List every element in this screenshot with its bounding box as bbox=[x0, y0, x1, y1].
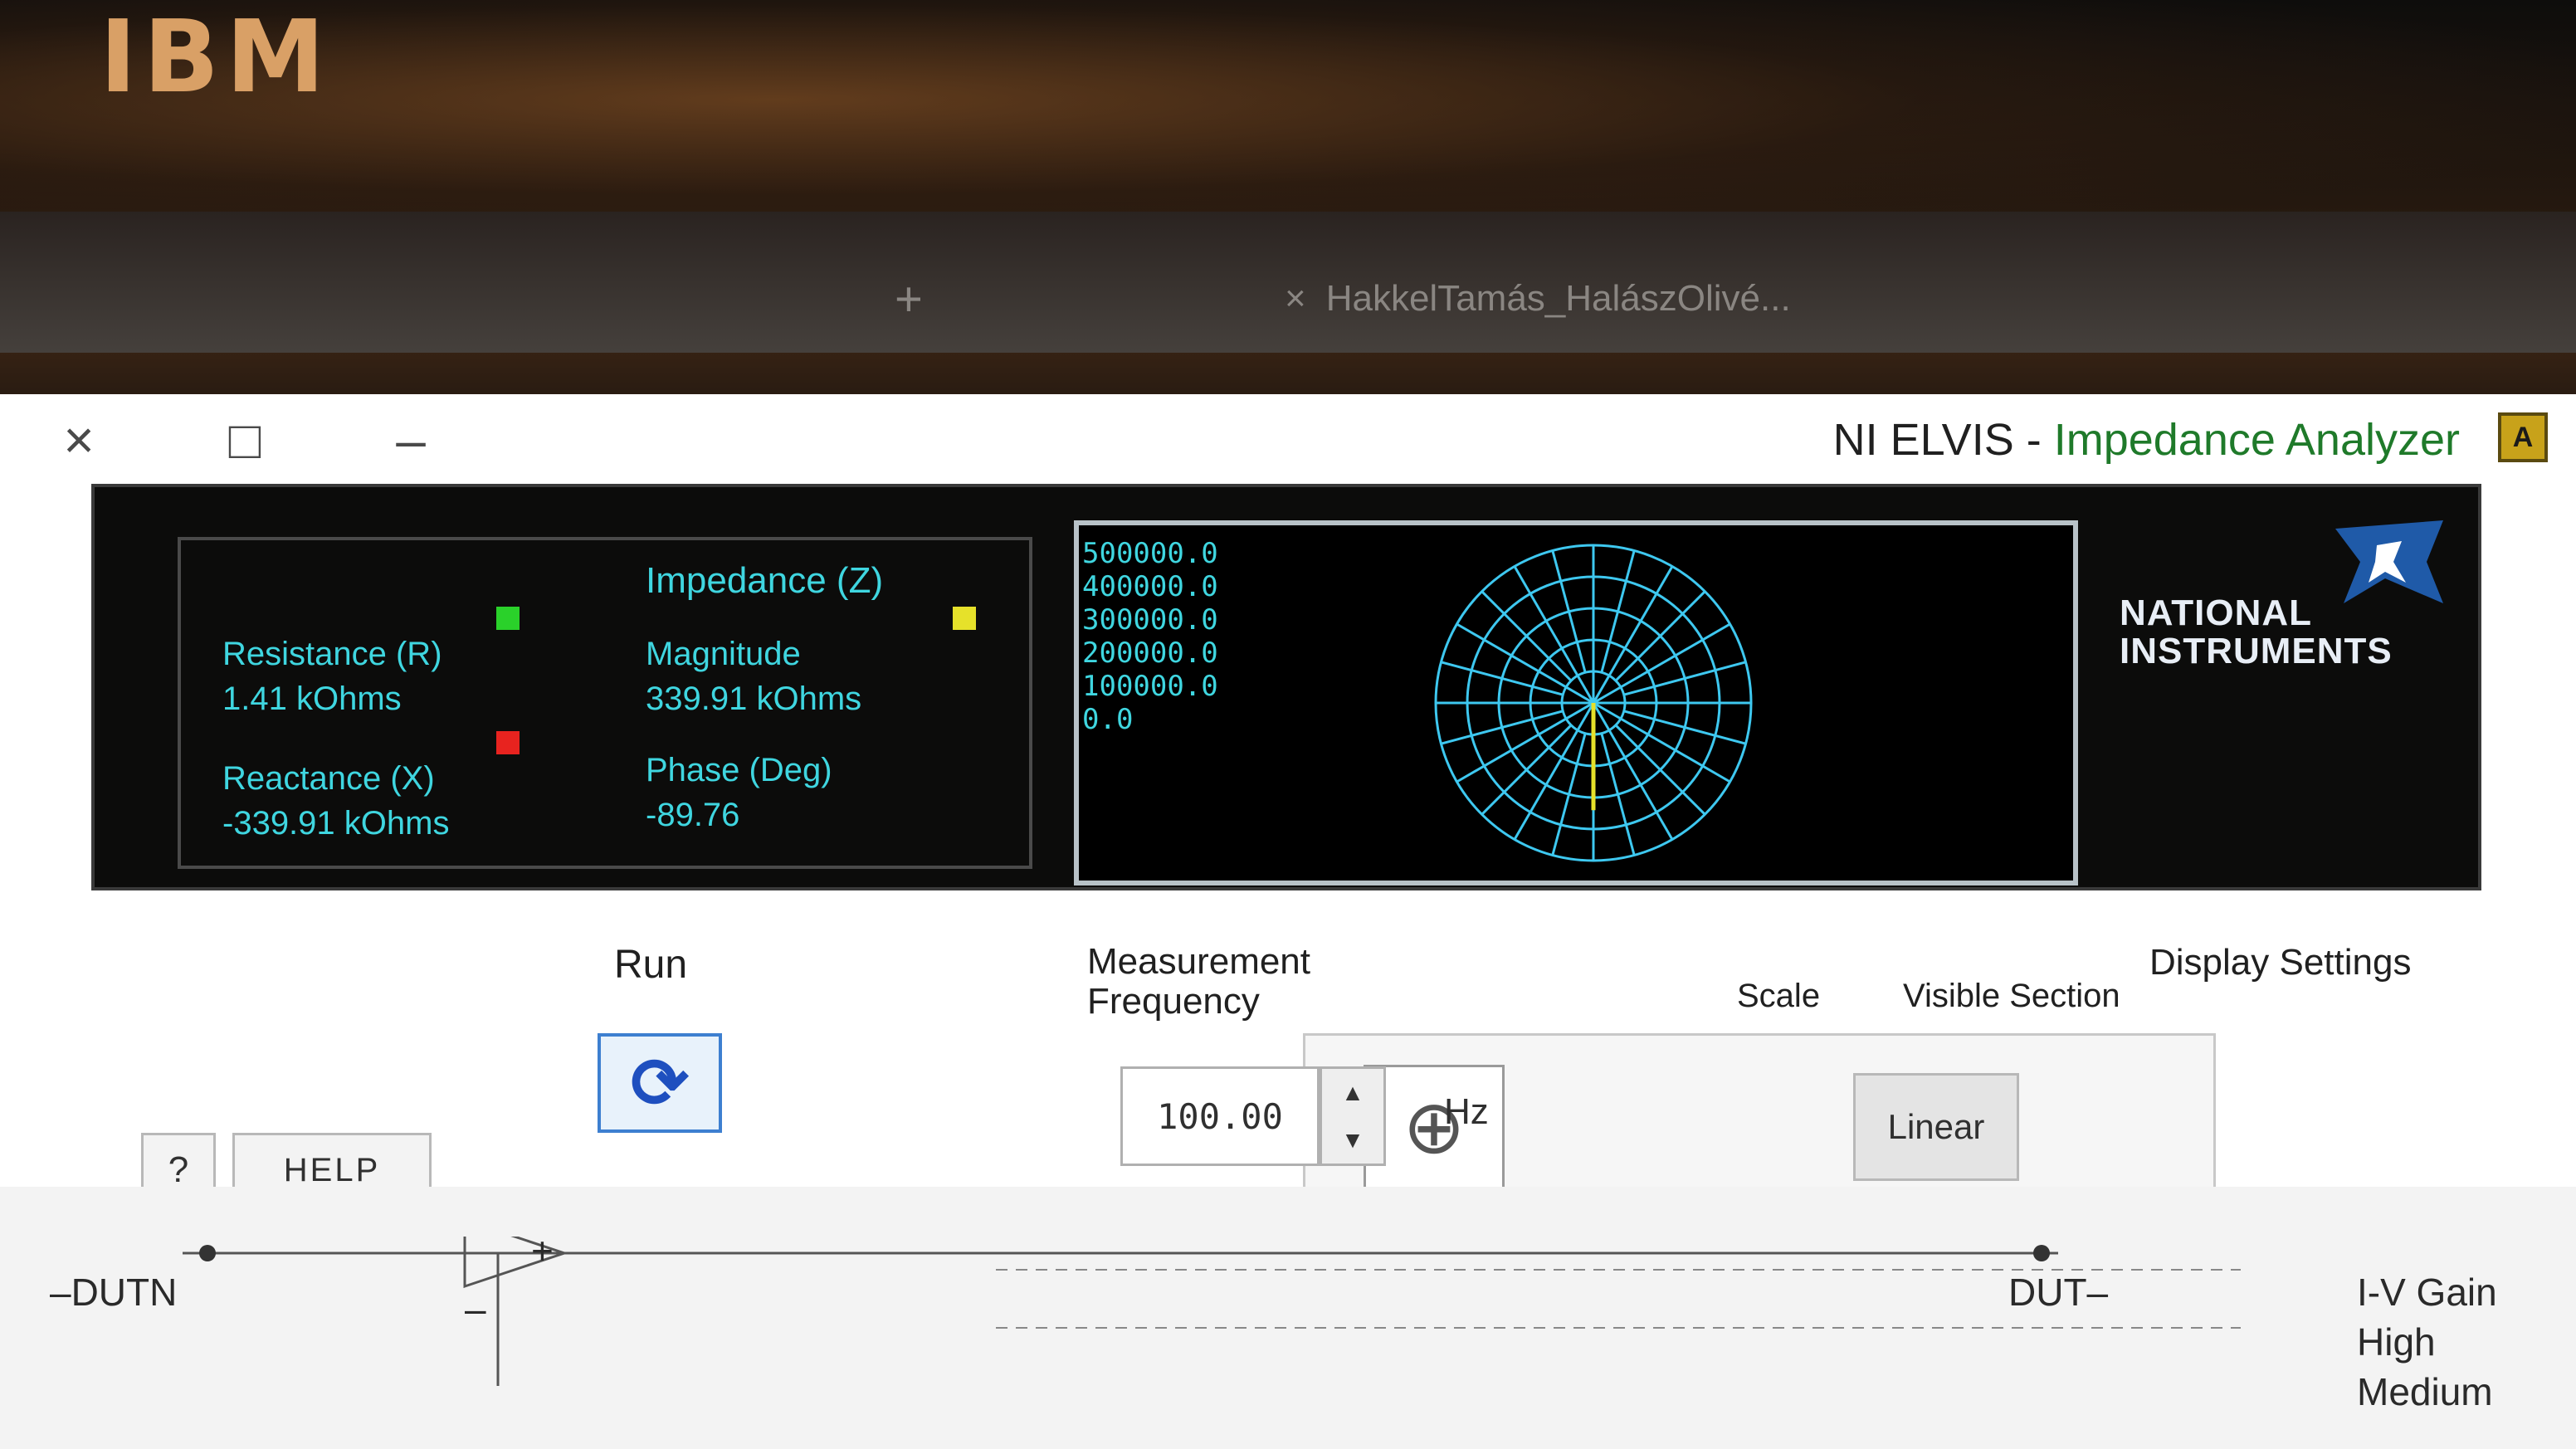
opamp-plus: + bbox=[531, 1229, 554, 1272]
polar-scale-label: 400000.0 bbox=[1082, 570, 1218, 603]
polar-scale-label: 500000.0 bbox=[1082, 537, 1218, 570]
polar-scale-label: 0.0 bbox=[1082, 703, 1134, 736]
settings-panel: Display Settings Visible Section Scale ⊕… bbox=[91, 909, 2481, 1251]
scale-label: Scale bbox=[1737, 978, 1821, 1014]
run-loop-icon: ⟳ bbox=[630, 1044, 690, 1122]
brand-line-2: INSTRUMENTS bbox=[2120, 631, 2393, 671]
display-settings-heading: Display Settings bbox=[2149, 942, 2412, 983]
instrument-panel: Impedance (Z) Magnitude 339.91 kOhms Pha… bbox=[91, 484, 2481, 890]
iv-gain-high: High bbox=[2357, 1320, 2436, 1364]
new-tab-button[interactable]: + bbox=[871, 266, 946, 332]
window-controls: × □ – bbox=[50, 410, 440, 470]
scale-select[interactable]: Linear bbox=[1853, 1073, 2019, 1181]
window-title-main: Impedance Analyzer bbox=[2053, 415, 2460, 465]
reactance-color-swatch bbox=[496, 731, 520, 754]
polar-spoke bbox=[1551, 733, 1587, 856]
reactance-label: Reactance (X) bbox=[222, 760, 435, 797]
iv-gain-medium: Medium bbox=[2357, 1370, 2493, 1413]
window-title: NI ELVIS - Impedance Analyzer bbox=[1833, 414, 2460, 466]
magnitude-readout: Magnitude 339.91 kOhms bbox=[646, 632, 861, 721]
stepper-up-icon[interactable]: ▲ bbox=[1322, 1069, 1383, 1116]
polar-spoke bbox=[1614, 590, 1706, 682]
impedance-title: Impedance (Z) bbox=[646, 560, 884, 601]
resistance-readout: Resistance (R) 1.41 kOhms bbox=[222, 632, 442, 721]
dut-minus-label: DUT– bbox=[2008, 1271, 2109, 1314]
browser-tab[interactable]: × HakkelTamás_HalászOlivé... bbox=[1261, 266, 1814, 332]
run-button[interactable]: ⟳ bbox=[598, 1033, 722, 1133]
brand-line-1: NATIONAL bbox=[2120, 592, 2313, 633]
phase-readout: Phase (Deg) -89.76 bbox=[646, 748, 832, 837]
title-bar: × □ – NI ELVIS - Impedance Analyzer A bbox=[0, 394, 2576, 484]
measurement-label-line1: Measurement bbox=[1087, 941, 1311, 982]
iv-gain-label: I-V Gain bbox=[2357, 1271, 2497, 1314]
measurement-label-line2: Frequency bbox=[1087, 981, 1260, 1022]
national-instruments-logo: NATIONAL INSTRUMENTS bbox=[2120, 566, 2468, 699]
polar-spoke bbox=[1551, 550, 1587, 673]
reactance-value: -339.91 kOhms bbox=[222, 805, 450, 842]
window-title-prefix: NI ELVIS - bbox=[1832, 415, 2054, 465]
schematic-lines bbox=[183, 1237, 2241, 1386]
monitor-logo-text: IBM bbox=[100, 0, 332, 115]
tab-close-icon[interactable]: × bbox=[1285, 278, 1306, 320]
stepper-down-icon[interactable]: ▼ bbox=[1322, 1116, 1383, 1164]
close-icon[interactable]: × bbox=[50, 410, 108, 470]
phase-label: Phase (Deg) bbox=[646, 752, 832, 788]
frequency-unit: Hz bbox=[1444, 1091, 1489, 1132]
polar-scale-label: 300000.0 bbox=[1082, 603, 1218, 637]
app-icon: A bbox=[2498, 412, 2548, 462]
opamp-minus: – bbox=[465, 1287, 486, 1330]
dut-plus-label: –DUTN bbox=[50, 1271, 178, 1314]
polar-spoke bbox=[1623, 661, 1746, 696]
circuit-schematic: DUT– –DUTN I-V Gain High Medium + – bbox=[0, 1229, 2576, 1449]
impedance-analyzer-window: × □ – NI ELVIS - Impedance Analyzer A Im… bbox=[0, 394, 2576, 1251]
resistance-label: Resistance (R) bbox=[222, 636, 442, 672]
run-label: Run bbox=[614, 943, 688, 987]
magnitude-value: 339.91 kOhms bbox=[646, 681, 862, 717]
polar-spoke bbox=[1600, 733, 1636, 856]
maximize-icon[interactable]: □ bbox=[216, 410, 274, 470]
impedance-readout-box: Impedance (Z) Magnitude 339.91 kOhms Pha… bbox=[178, 537, 1032, 869]
minimize-icon[interactable]: – bbox=[382, 410, 440, 470]
browser-tab-label: HakkelTamás_HalászOlivé... bbox=[1325, 278, 1791, 319]
visible-section-label: Visible Section bbox=[1903, 978, 2120, 1014]
reactance-readout: Reactance (X) -339.91 kOhms bbox=[222, 756, 449, 846]
resistance-color-swatch bbox=[496, 607, 520, 630]
frequency-stepper[interactable]: ▲ ▼ bbox=[1320, 1066, 1386, 1166]
polar-scale-label: 200000.0 bbox=[1082, 637, 1218, 670]
resistance-value: 1.41 kOhms bbox=[222, 681, 402, 717]
frequency-input[interactable]: 100.00 bbox=[1120, 1066, 1320, 1166]
polar-spoke bbox=[1614, 724, 1706, 816]
polar-spoke bbox=[1623, 710, 1746, 745]
polar-scale-label: 100000.0 bbox=[1082, 670, 1218, 703]
polar-scale-labels: 500000.0 400000.0 300000.0 200000.0 100000.0… bbox=[1082, 520, 1514, 886]
magnitude-color-swatch bbox=[953, 607, 976, 630]
magnitude-label: Magnitude bbox=[646, 636, 801, 672]
monitor-logo: IBM bbox=[0, 0, 2576, 216]
phase-value: -89.76 bbox=[646, 797, 740, 833]
polar-spoke bbox=[1600, 550, 1636, 673]
measurement-frequency-label: Measurement Frequency bbox=[1087, 941, 1311, 1022]
